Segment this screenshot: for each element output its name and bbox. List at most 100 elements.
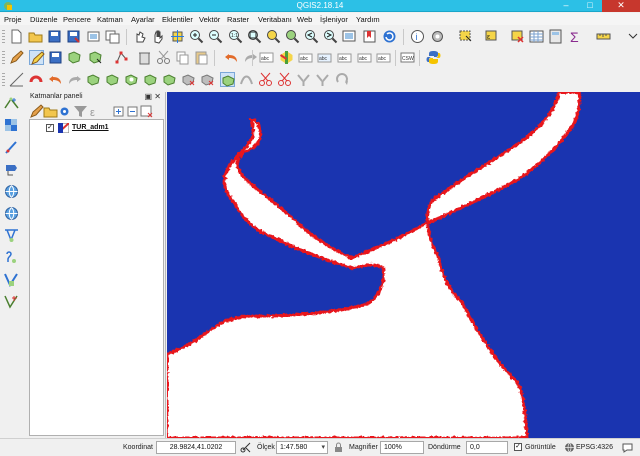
- redo-icon[interactable]: [243, 50, 258, 65]
- move-label-icon[interactable]: abc: [357, 50, 372, 65]
- save-layer-edits-icon[interactable]: [48, 50, 63, 65]
- undo-icon[interactable]: [224, 50, 239, 65]
- map-canvas[interactable]: [167, 92, 640, 438]
- fill-ring-icon[interactable]: [162, 72, 177, 87]
- zoom-last-icon[interactable]: [304, 29, 319, 44]
- toolbar-overflow-icon[interactable]: [626, 29, 640, 44]
- composer-manager-icon[interactable]: [105, 29, 120, 44]
- coordinate-field[interactable]: 28.9824,41.0202: [156, 441, 236, 454]
- close-panel-icon[interactable]: ✕: [154, 92, 161, 101]
- zoom-layer-icon[interactable]: [285, 29, 300, 44]
- menu-katman[interactable]: Katman: [97, 15, 123, 24]
- cut-features-icon[interactable]: [156, 50, 171, 65]
- zoom-native-icon[interactable]: 1:1: [228, 29, 243, 44]
- save-as-icon[interactable]: [66, 29, 81, 44]
- lock-scale-icon[interactable]: [333, 442, 344, 453]
- zoom-out-icon[interactable]: [208, 29, 223, 44]
- zoom-next-icon[interactable]: [323, 29, 338, 44]
- crs-label[interactable]: EPSG:4326: [576, 444, 613, 451]
- zoom-in-icon[interactable]: [189, 29, 204, 44]
- toolbar-grip[interactable]: [2, 30, 5, 44]
- adv-undo-icon[interactable]: [48, 72, 63, 87]
- maximize-button[interactable]: □: [578, 0, 602, 12]
- measure-line-icon[interactable]: [596, 29, 611, 44]
- new-map-view-icon[interactable]: [342, 29, 357, 44]
- menu-ayarlar[interactable]: Ayarlar: [131, 15, 155, 24]
- layer-visibility-checkbox[interactable]: ✓: [46, 124, 54, 132]
- pan-to-selection-icon[interactable]: [170, 29, 185, 44]
- scale-combobox[interactable]: 1:47.580: [276, 441, 328, 454]
- advanced-digitizing-icon[interactable]: [9, 72, 24, 87]
- offset-curve-icon[interactable]: [239, 72, 254, 87]
- split-features-icon[interactable]: [258, 72, 273, 87]
- split-parts-icon[interactable]: [277, 72, 292, 87]
- minimize-button[interactable]: –: [554, 0, 578, 12]
- layer-labeling-icon[interactable]: [279, 50, 294, 65]
- new-bookmark-icon[interactable]: [362, 29, 377, 44]
- simplify-feature-icon[interactable]: [105, 72, 120, 87]
- add-virtual-layer-icon[interactable]: [4, 250, 19, 265]
- menu-pencere[interactable]: Pencere: [63, 15, 91, 24]
- add-gpx-layer-icon[interactable]: [4, 272, 19, 287]
- rotate-label-icon[interactable]: abc: [376, 50, 391, 65]
- crs-globe-icon[interactable]: [564, 442, 575, 453]
- deselect-all-icon[interactable]: [510, 29, 525, 44]
- save-project-icon[interactable]: [47, 29, 62, 44]
- layer-item-tur-adm1[interactable]: ✓ TUR_adm1: [34, 123, 154, 133]
- messages-icon[interactable]: [622, 442, 633, 453]
- add-wfs-layer-icon[interactable]: [4, 228, 19, 243]
- float-panel-icon[interactable]: ▣: [145, 92, 153, 101]
- magnifier-spinbox[interactable]: 100%: [380, 441, 424, 454]
- select-features-icon[interactable]: [458, 29, 473, 44]
- node-tool-icon[interactable]: [114, 50, 129, 65]
- pan-map-icon[interactable]: [151, 29, 166, 44]
- delete-part-icon[interactable]: [200, 72, 215, 87]
- remove-layer-icon[interactable]: [139, 104, 153, 118]
- enable-tracing-icon[interactable]: [29, 72, 44, 87]
- toggle-extents-icon[interactable]: [240, 442, 251, 453]
- csw-icon[interactable]: CSW: [400, 50, 415, 65]
- add-raster-layer-icon[interactable]: [4, 118, 19, 133]
- zoom-selection-icon[interactable]: [266, 29, 281, 44]
- rotate-feature-icon[interactable]: [86, 72, 101, 87]
- zoom-full-icon[interactable]: [247, 29, 262, 44]
- menu-eklentiler[interactable]: Eklentiler: [162, 15, 193, 24]
- copy-features-icon[interactable]: [175, 50, 190, 65]
- paste-features-icon[interactable]: [194, 50, 209, 65]
- expand-all-icon[interactable]: [111, 104, 124, 117]
- delete-ring-icon[interactable]: [181, 72, 196, 87]
- identify-features-icon[interactable]: i: [410, 29, 425, 44]
- new-project-icon[interactable]: [9, 29, 24, 44]
- touch-zoom-icon[interactable]: [132, 29, 147, 44]
- current-edits-icon[interactable]: [9, 50, 24, 65]
- add-delimited-text-icon[interactable]: [4, 140, 19, 155]
- menu-isleniyor[interactable]: İşleniyor: [320, 15, 348, 24]
- menu-vektor[interactable]: Vektör: [199, 15, 220, 24]
- field-calculator-icon[interactable]: [548, 29, 563, 44]
- manage-visibility-icon[interactable]: [57, 104, 69, 116]
- select-by-expression-icon[interactable]: ε: [484, 29, 499, 44]
- refresh-icon[interactable]: [382, 29, 397, 44]
- adv-redo-icon[interactable]: [67, 72, 82, 87]
- add-wms-layer-icon[interactable]: [4, 184, 19, 199]
- reshape-features-icon[interactable]: [220, 72, 235, 87]
- open-layer-styling-icon[interactable]: [29, 104, 44, 118]
- add-feature-icon[interactable]: [67, 50, 82, 65]
- python-console-icon[interactable]: [426, 50, 441, 65]
- menu-proje[interactable]: Proje: [4, 15, 22, 24]
- render-checkbox[interactable]: ✓: [514, 443, 522, 451]
- menu-yardim[interactable]: Yardım: [356, 15, 380, 24]
- show-hide-labels-icon[interactable]: abc: [337, 50, 352, 65]
- collapse-all-icon[interactable]: [125, 104, 138, 117]
- add-wcs-layer-icon[interactable]: [4, 206, 19, 221]
- rotate-point-symbols-icon[interactable]: [335, 72, 350, 87]
- run-action-icon[interactable]: [430, 29, 445, 44]
- menu-veritabani[interactable]: Veritabanı: [258, 15, 292, 24]
- rotation-spinbox[interactable]: 0,0: [466, 441, 508, 454]
- label-toolbar-icon[interactable]: abc: [259, 50, 274, 65]
- print-composer-icon[interactable]: [86, 29, 101, 44]
- filter-legend-icon[interactable]: [73, 104, 87, 117]
- add-spatialite-icon[interactable]: [4, 162, 19, 177]
- menu-web[interactable]: Web: [297, 15, 312, 24]
- statistical-summary-icon[interactable]: Σ: [568, 29, 583, 44]
